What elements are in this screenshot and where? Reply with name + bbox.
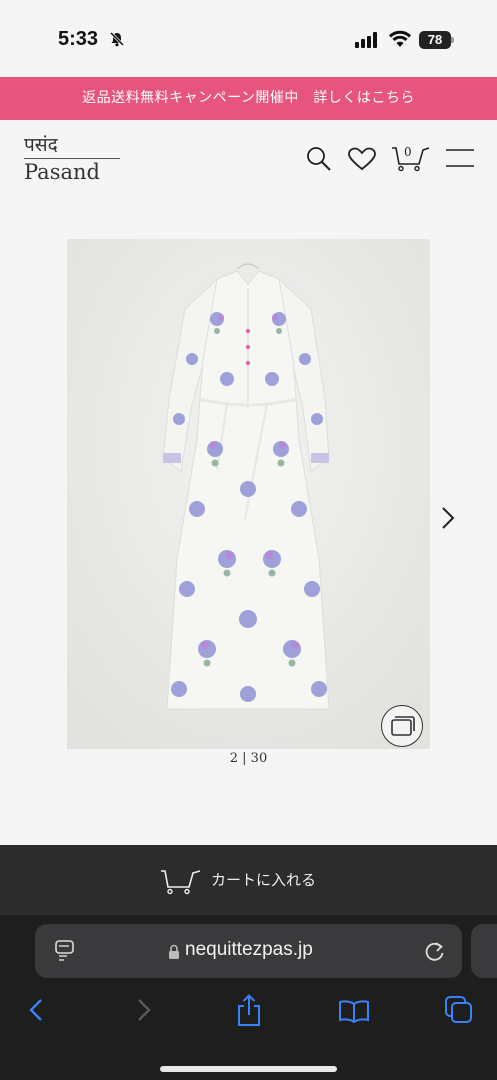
add-to-cart-label: カートに入れる (211, 871, 317, 889)
add-to-cart-button[interactable]: カートに入れる (0, 845, 497, 915)
status-time: 5:33 (58, 28, 99, 50)
signal-icon (355, 32, 377, 48)
battery-nub (451, 37, 454, 43)
wifi-icon (388, 30, 412, 47)
gallery-icon (391, 716, 415, 736)
site-header: पसंद Pasand 0 (0, 120, 497, 198)
product-image[interactable] (67, 239, 430, 749)
lock-icon (169, 944, 179, 959)
logo-latin: Pasand (24, 160, 100, 184)
forward-icon[interactable] (134, 995, 154, 1025)
home-indicator (160, 1066, 337, 1072)
status-bar: 5:33 78 (0, 0, 497, 76)
promo-banner[interactable]: 返品送料無料キャンペーン開催中 詳しくはこちら (0, 77, 497, 120)
next-tab-peek[interactable] (471, 924, 497, 978)
next-arrow-icon[interactable] (437, 503, 459, 533)
cart-count: 0 (404, 145, 412, 159)
bell-slash-icon (109, 31, 125, 47)
share-icon[interactable] (235, 993, 263, 1027)
reload-icon[interactable] (424, 939, 446, 963)
url-text: nequittezpas.jp (185, 939, 313, 960)
image-counter: 2 | 30 (229, 751, 268, 766)
gallery-button[interactable] (381, 705, 423, 747)
address-bar[interactable]: nequittezpas.jp (35, 924, 462, 978)
dress-illustration (67, 239, 430, 749)
hamburger-icon[interactable] (446, 148, 474, 168)
search-icon[interactable] (306, 146, 332, 172)
tabs-icon[interactable] (444, 995, 474, 1025)
browser-toolbar: nequittezpas.jp (0, 915, 497, 1080)
tab-menu-icon[interactable] (55, 940, 75, 962)
logo-hindi: पसंद (24, 134, 120, 159)
heart-icon[interactable] (347, 147, 377, 171)
header-cart[interactable]: 0 (391, 144, 431, 172)
site-logo[interactable]: पसंद Pasand (24, 134, 124, 185)
battery-icon: 78 (419, 31, 451, 49)
cart-icon (161, 870, 201, 895)
back-icon[interactable] (26, 995, 46, 1025)
bookmarks-icon[interactable] (338, 999, 370, 1023)
